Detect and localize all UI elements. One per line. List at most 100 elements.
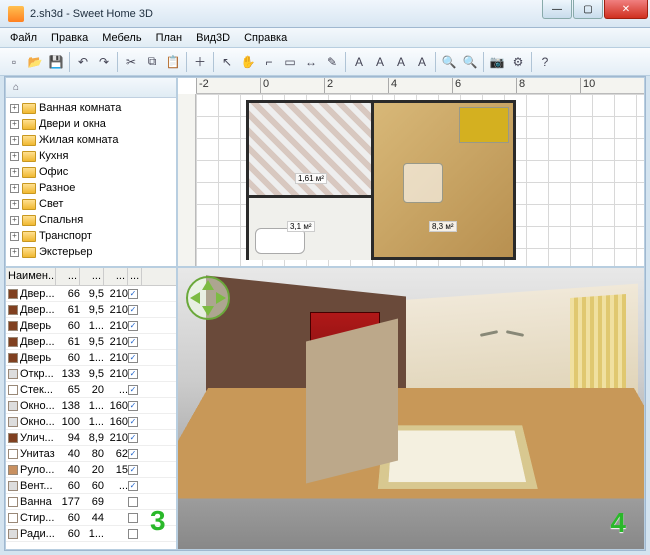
open-icon[interactable]: 📂 bbox=[25, 52, 45, 72]
new-icon[interactable]: ▫ bbox=[4, 52, 24, 72]
plan-canvas[interactable]: 1,61 м² 8,3 м² 3,1 м² bbox=[196, 94, 644, 266]
furniture-height: ... bbox=[104, 480, 128, 492]
furniture-row[interactable]: Стек...6520...✓ bbox=[6, 382, 176, 398]
furniture-row[interactable]: Улич...948,9210✓ bbox=[6, 430, 176, 446]
furniture-row[interactable]: Руло...402015✓ bbox=[6, 462, 176, 478]
visible-checkbox[interactable]: ✓ bbox=[128, 401, 138, 411]
catalog-item[interactable]: +Жилая комната bbox=[10, 132, 172, 148]
furniture-row[interactable]: Окно...1001...160✓ bbox=[6, 414, 176, 430]
compass-up-icon[interactable] bbox=[202, 274, 214, 290]
nav-compass[interactable] bbox=[186, 276, 230, 320]
zoom-out-icon[interactable]: 🔍 bbox=[460, 52, 480, 72]
text-bigger-icon[interactable]: A bbox=[349, 52, 369, 72]
select-icon[interactable]: ↖ bbox=[217, 52, 237, 72]
catalog-item[interactable]: +Спальня bbox=[10, 212, 172, 228]
furniture-row[interactable]: Двер...669,5210✓ bbox=[6, 286, 176, 302]
dimension-icon[interactable]: ↔ bbox=[301, 52, 321, 72]
visible-checkbox[interactable]: ✓ bbox=[128, 465, 138, 475]
close-button[interactable]: ✕ bbox=[604, 0, 648, 19]
furniture-row[interactable]: Унитаз408062✓ bbox=[6, 446, 176, 462]
cut-icon[interactable]: ✂ bbox=[121, 52, 141, 72]
visible-checkbox[interactable]: ✓ bbox=[128, 417, 138, 427]
visible-checkbox[interactable]: ✓ bbox=[128, 449, 138, 459]
copy-icon[interactable]: ⧉ bbox=[142, 52, 162, 72]
redo-icon[interactable]: ↷ bbox=[94, 52, 114, 72]
wall-icon[interactable]: ⌐ bbox=[259, 52, 279, 72]
visible-checkbox[interactable] bbox=[128, 529, 138, 539]
save-icon[interactable]: 💾 bbox=[46, 52, 66, 72]
photo-icon[interactable]: 📷 bbox=[487, 52, 507, 72]
expander-icon[interactable]: + bbox=[10, 200, 19, 209]
furniture-width: 100 bbox=[56, 416, 80, 428]
visible-checkbox[interactable]: ✓ bbox=[128, 433, 138, 443]
visible-checkbox[interactable] bbox=[128, 497, 138, 507]
expander-icon[interactable]: + bbox=[10, 232, 19, 241]
maximize-button[interactable]: ▢ bbox=[573, 0, 603, 19]
menu-правка[interactable]: Правка bbox=[45, 30, 94, 46]
italic-icon[interactable]: A bbox=[412, 52, 432, 72]
visible-checkbox[interactable]: ✓ bbox=[128, 481, 138, 491]
expander-icon[interactable]: + bbox=[10, 168, 19, 177]
furniture-row[interactable]: Вент...6060...✓ bbox=[6, 478, 176, 494]
add-furniture-icon[interactable]: ＋ bbox=[190, 52, 210, 72]
menu-мебель[interactable]: Мебель bbox=[96, 30, 147, 46]
menu-файл[interactable]: Файл bbox=[4, 30, 43, 46]
visible-checkbox[interactable]: ✓ bbox=[128, 321, 138, 331]
minimize-button[interactable]: — bbox=[542, 0, 572, 19]
settings-icon[interactable]: ⚙ bbox=[508, 52, 528, 72]
catalog-tree[interactable]: +Ванная комната+Двери и окна+Жилая комна… bbox=[6, 98, 176, 262]
col-visible[interactable]: ... bbox=[128, 268, 142, 285]
text-icon[interactable]: ✎ bbox=[322, 52, 342, 72]
visible-checkbox[interactable]: ✓ bbox=[128, 337, 138, 347]
catalog-home-icon[interactable]: ⌂ bbox=[8, 80, 24, 96]
help-icon[interactable]: ? bbox=[535, 52, 555, 72]
visible-checkbox[interactable] bbox=[128, 513, 138, 523]
pan-icon[interactable]: ✋ bbox=[238, 52, 258, 72]
catalog-item[interactable]: +Кухня bbox=[10, 148, 172, 164]
expander-icon[interactable]: + bbox=[10, 216, 19, 225]
catalog-item[interactable]: +Офис bbox=[10, 164, 172, 180]
furniture-list-header[interactable]: Наимен... ... ... ... ... bbox=[6, 268, 176, 286]
zoom-in-icon[interactable]: 🔍 bbox=[439, 52, 459, 72]
expander-icon[interactable]: + bbox=[10, 104, 19, 113]
catalog-item[interactable]: +Свет bbox=[10, 196, 172, 212]
furniture-row[interactable]: Дверь601...210✓ bbox=[6, 318, 176, 334]
visible-checkbox[interactable]: ✓ bbox=[128, 305, 138, 315]
room-icon[interactable]: ▭ bbox=[280, 52, 300, 72]
menu-вид3d[interactable]: Вид3D bbox=[190, 30, 236, 46]
expander-icon[interactable]: + bbox=[10, 120, 19, 129]
col-height[interactable]: ... bbox=[104, 268, 128, 285]
catalog-item[interactable]: +Ванная комната bbox=[10, 100, 172, 116]
compass-down-icon[interactable] bbox=[202, 306, 214, 322]
visible-checkbox[interactable]: ✓ bbox=[128, 289, 138, 299]
expander-icon[interactable]: + bbox=[10, 248, 19, 257]
visible-checkbox[interactable]: ✓ bbox=[128, 385, 138, 395]
furniture-row[interactable]: Двер...619,5210✓ bbox=[6, 302, 176, 318]
bold-icon[interactable]: A bbox=[391, 52, 411, 72]
visible-checkbox[interactable]: ✓ bbox=[128, 353, 138, 363]
furniture-row[interactable]: Откр...1339,5210✓ bbox=[6, 366, 176, 382]
view3d-panel[interactable]: 4 bbox=[177, 267, 645, 550]
menu-справка[interactable]: Справка bbox=[238, 30, 293, 46]
plan-panel[interactable]: -20246810 1,61 м² 8,3 м² 3,1 м² 2 bbox=[177, 77, 645, 267]
col-name[interactable]: Наимен... bbox=[6, 268, 56, 285]
expander-icon[interactable]: + bbox=[10, 152, 19, 161]
expander-icon[interactable]: + bbox=[10, 136, 19, 145]
visible-checkbox[interactable]: ✓ bbox=[128, 369, 138, 379]
catalog-item[interactable]: +Транспорт bbox=[10, 228, 172, 244]
col-width[interactable]: ... bbox=[56, 268, 80, 285]
menu-план[interactable]: План bbox=[150, 30, 189, 46]
catalog-item[interactable]: +Экстерьер bbox=[10, 244, 172, 260]
undo-icon[interactable]: ↶ bbox=[73, 52, 93, 72]
catalog-item[interactable]: +Двери и окна bbox=[10, 116, 172, 132]
furniture-row[interactable]: Дверь601...210✓ bbox=[6, 350, 176, 366]
furniture-row[interactable]: Окно...1381...160✓ bbox=[6, 398, 176, 414]
compass-right-icon[interactable] bbox=[216, 292, 232, 304]
paste-icon[interactable]: 📋 bbox=[163, 52, 183, 72]
col-depth[interactable]: ... bbox=[80, 268, 104, 285]
compass-left-icon[interactable] bbox=[184, 292, 200, 304]
expander-icon[interactable]: + bbox=[10, 184, 19, 193]
catalog-item[interactable]: +Разное bbox=[10, 180, 172, 196]
text-smaller-icon[interactable]: A bbox=[370, 52, 390, 72]
furniture-row[interactable]: Двер...619,5210✓ bbox=[6, 334, 176, 350]
